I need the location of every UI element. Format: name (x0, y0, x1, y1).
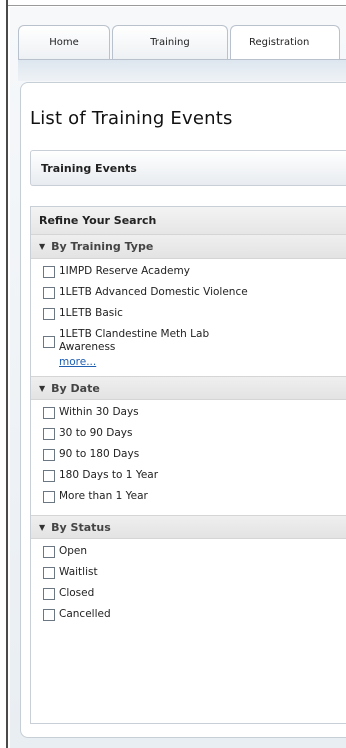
tab-content-header (18, 59, 346, 81)
group-date-options: Within 30 Days 30 to 90 Days 90 to 180 D… (31, 400, 346, 515)
checkbox[interactable] (43, 491, 55, 503)
option-label: 1IMPD Reserve Academy (59, 265, 190, 277)
option-label: Waitlist (59, 566, 98, 578)
chevron-down-icon: ▼ (39, 242, 46, 251)
group-status-title: By Status (51, 520, 111, 534)
tab-home[interactable]: Home (18, 25, 110, 59)
option-label: Within 30 Days (59, 406, 139, 418)
option-label: Closed (59, 587, 95, 599)
filter-option-date[interactable]: Within 30 Days (43, 406, 346, 419)
option-label: Open (59, 545, 88, 557)
group-status-header[interactable]: ▼ By Status (31, 515, 346, 539)
checkbox[interactable] (43, 266, 55, 278)
window-left-edge (0, 0, 8, 748)
checkbox[interactable] (43, 428, 55, 440)
group-training-type-header[interactable]: ▼ By Training Type (31, 235, 346, 259)
filter-option-status[interactable]: Open (43, 545, 346, 558)
group-training-type-options: 1IMPD Reserve Academy 1LETB Advanced Dom… (31, 259, 346, 376)
checkbox[interactable] (43, 308, 55, 320)
filter-option-training-type[interactable]: 1LETB Clandestine Meth Lab Awareness (43, 328, 346, 354)
tab-registration[interactable]: Registration (230, 25, 340, 59)
filter-option-date[interactable]: 90 to 180 Days (43, 448, 346, 461)
group-date-header[interactable]: ▼ By Date (31, 376, 346, 400)
filter-option-training-type[interactable]: 1IMPD Reserve Academy (43, 265, 346, 278)
training-events-header: Training Events (30, 150, 346, 186)
group-status-options: Open Waitlist Closed Cancelled (31, 539, 346, 633)
filter-option-status[interactable]: Cancelled (43, 608, 346, 621)
checkbox[interactable] (43, 287, 55, 299)
checkbox[interactable] (43, 588, 55, 600)
tab-training-label: Training (150, 37, 190, 48)
tab-registration-label: Registration (249, 37, 310, 48)
filter-option-date[interactable]: 180 Days to 1 Year (43, 469, 346, 482)
more-training-types-link[interactable]: more... (59, 356, 346, 368)
group-date-title: By Date (51, 381, 100, 395)
option-label: Cancelled (59, 608, 111, 620)
filter-option-status[interactable]: Waitlist (43, 566, 346, 579)
option-label: 1LETB Clandestine Meth Lab Awareness (59, 328, 210, 353)
tab-training[interactable]: Training (112, 25, 228, 59)
refine-search-panel: Refine Your Search ▼ By Training Type 1I… (30, 206, 346, 724)
filter-option-training-type[interactable]: 1LETB Advanced Domestic Violence (43, 286, 346, 299)
filter-option-date[interactable]: 30 to 90 Days (43, 427, 346, 440)
app-window: Home Training Registration List of Train… (0, 0, 346, 748)
option-label: 90 to 180 Days (59, 448, 140, 460)
group-training-type-title: By Training Type (51, 240, 154, 253)
window-top-edge (8, 0, 346, 6)
tab-home-label: Home (49, 37, 79, 48)
checkbox[interactable] (43, 470, 55, 482)
checkbox[interactable] (43, 567, 55, 579)
main-tabs: Home Training Registration (18, 25, 346, 59)
checkbox[interactable] (43, 546, 55, 558)
checkbox[interactable] (43, 609, 55, 621)
filter-option-status[interactable]: Closed (43, 587, 346, 600)
filter-option-training-type[interactable]: 1LETB Basic (43, 307, 346, 320)
option-label: More than 1 Year (59, 490, 148, 502)
refine-search-title: Refine Your Search (31, 207, 346, 235)
checkbox[interactable] (43, 336, 55, 348)
chevron-down-icon: ▼ (39, 522, 46, 532)
checkbox[interactable] (43, 407, 55, 419)
chevron-down-icon: ▼ (39, 383, 46, 393)
filter-option-date[interactable]: More than 1 Year (43, 490, 346, 503)
option-label: 1LETB Basic (59, 307, 123, 319)
option-label: 1LETB Advanced Domestic Violence (59, 286, 248, 298)
option-label: 30 to 90 Days (59, 427, 133, 439)
checkbox[interactable] (43, 449, 55, 461)
page-title: List of Training Events (30, 108, 233, 129)
option-label: 180 Days to 1 Year (59, 469, 159, 481)
training-events-title: Training Events (41, 161, 137, 175)
